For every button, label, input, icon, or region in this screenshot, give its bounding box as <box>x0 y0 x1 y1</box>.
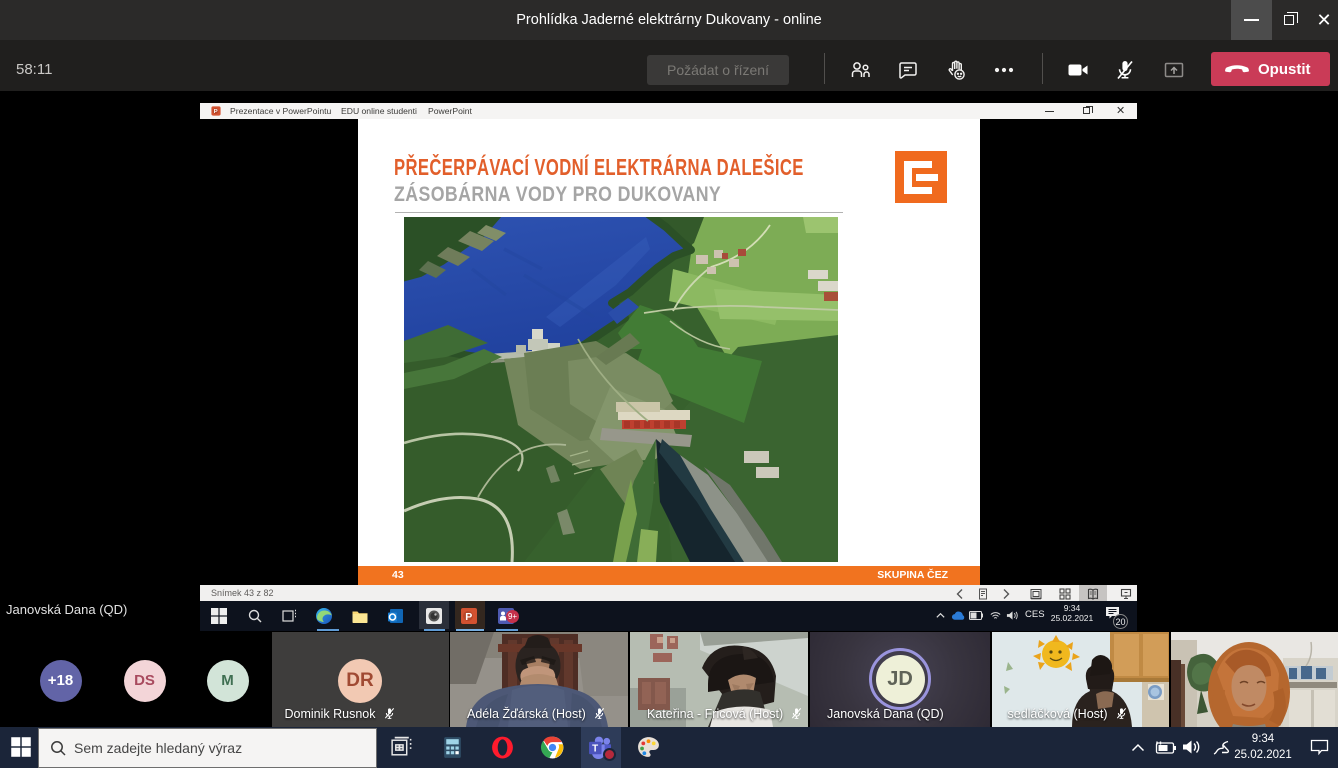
svg-text:P: P <box>465 611 472 623</box>
svg-text:P: P <box>214 109 218 115</box>
svg-text:T: T <box>592 744 598 755</box>
